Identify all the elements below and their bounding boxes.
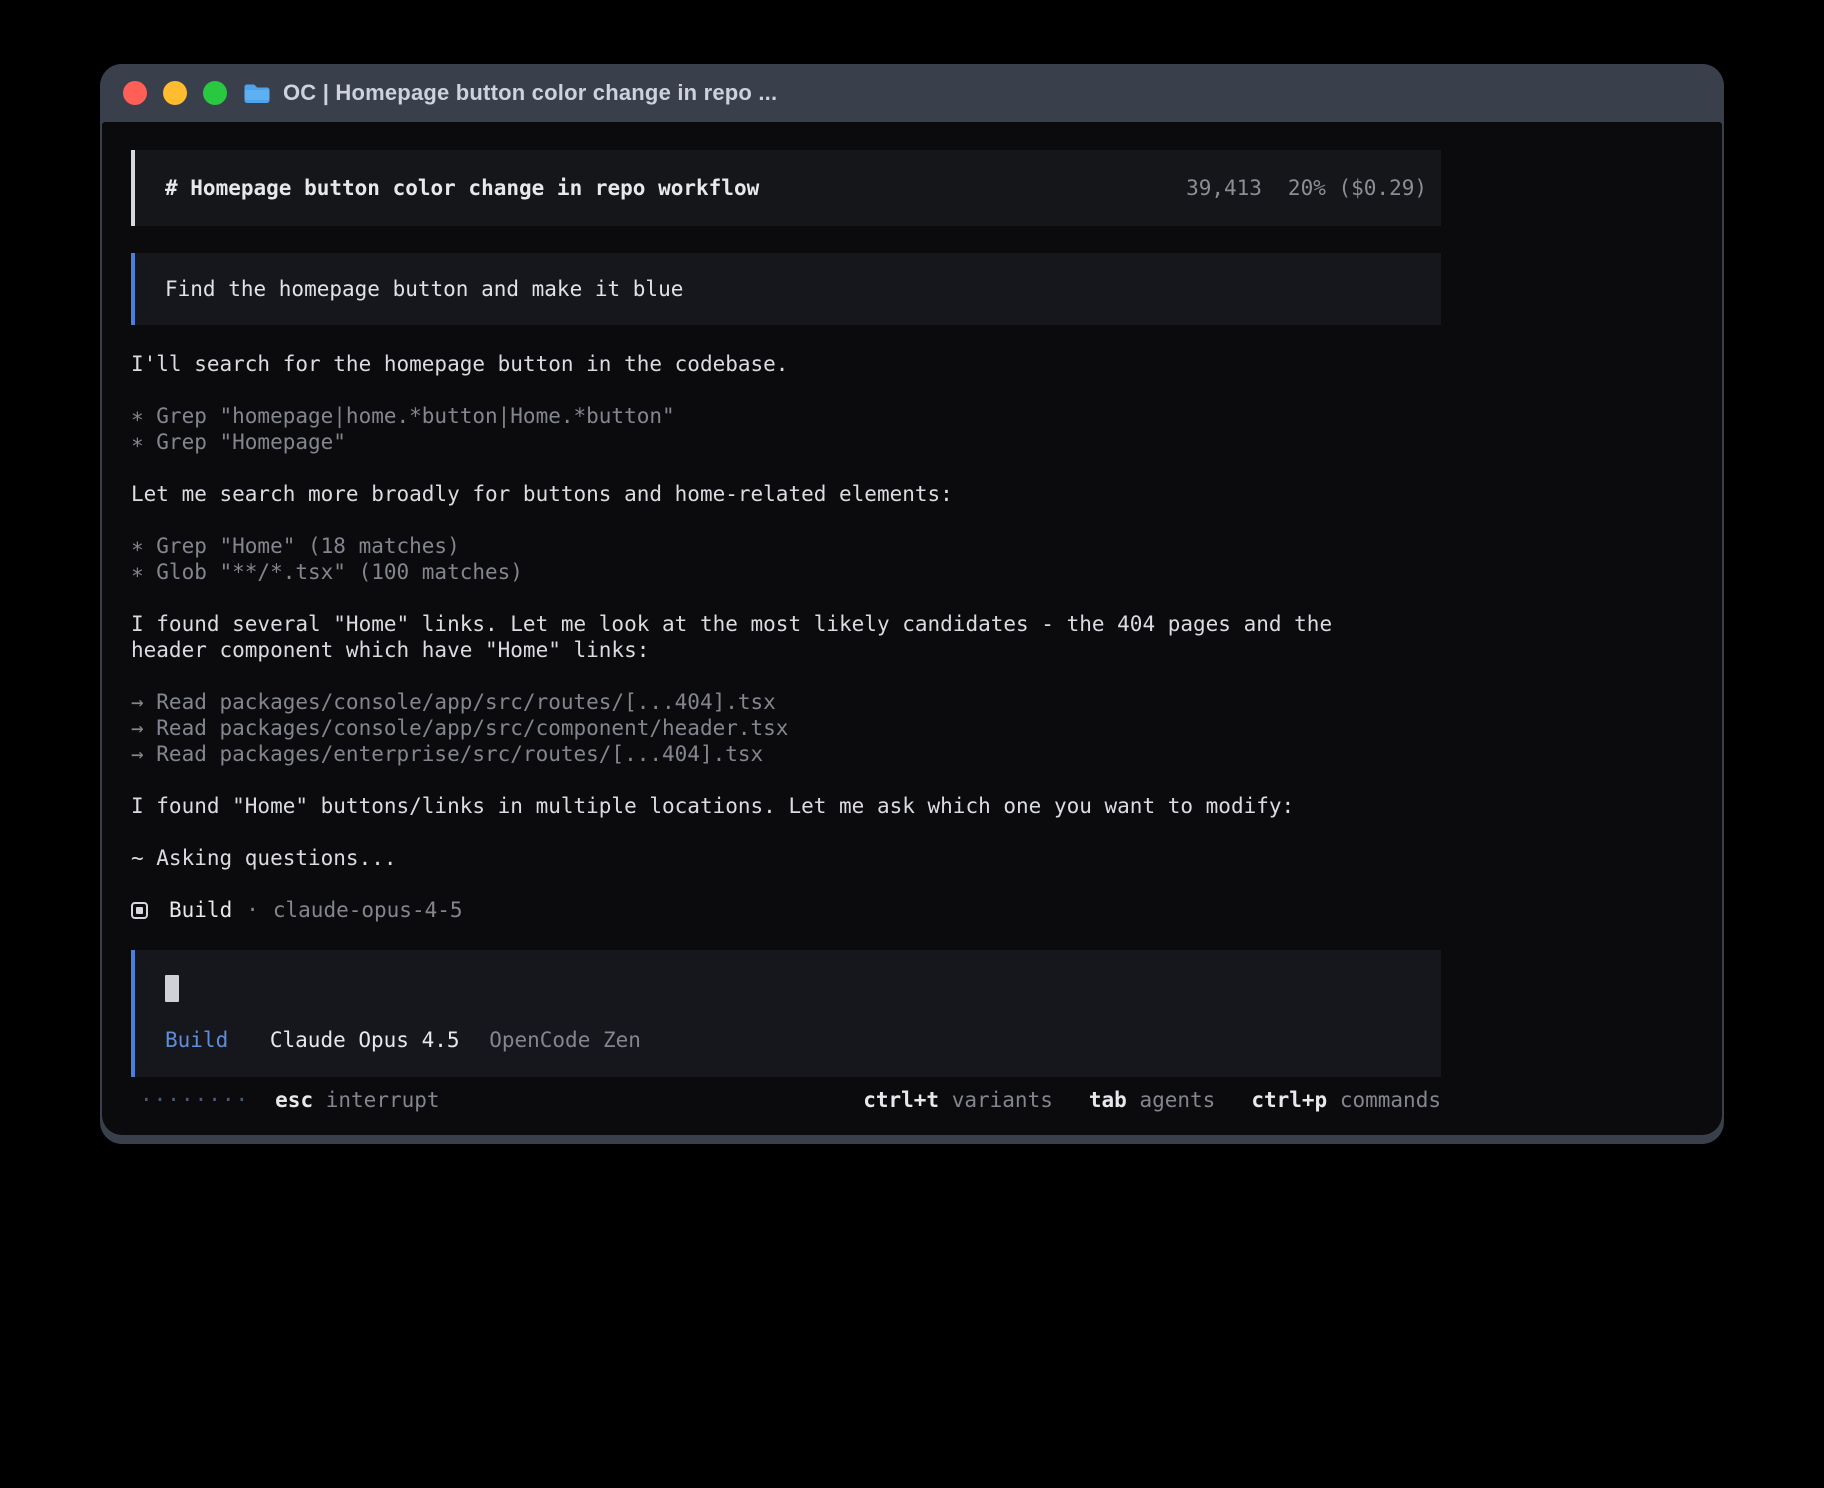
keyboard-hints: ctrl+t variants tab agents ctrl+p comman… [863,1087,1441,1113]
variants-label: variants [952,1088,1053,1112]
traffic-lights [123,81,227,105]
agent-status-line: Build · claude-opus-4-5 [131,897,1441,923]
input-model-name[interactable]: Claude Opus 4.5 [270,1028,460,1052]
esc-label: interrupt [326,1088,440,1112]
agents-key: tab [1089,1088,1127,1112]
titlebar-title-group: OC | Homepage button color change in rep… [243,80,777,106]
prompt-input[interactable]: Build Claude Opus 4.5 OpenCode Zen [131,950,1441,1077]
progress-dots: ········ [140,1087,249,1113]
input-agent-mode[interactable]: Build [165,1028,228,1052]
agent-model: claude-opus-4-5 [273,897,463,923]
titlebar[interactable]: OC | Homepage button color change in rep… [100,64,1724,122]
read-tool-call: → Read packages/console/app/src/routes/[… [131,689,1441,715]
agents-label: agents [1139,1088,1215,1112]
commands-label: commands [1340,1088,1441,1112]
tool-call-group: → Read packages/console/app/src/routes/[… [131,689,1441,767]
input-provider-name: OpenCode Zen [489,1028,641,1052]
variants-key: ctrl+t [863,1088,939,1112]
agents-hint: tab agents [1089,1087,1215,1113]
tool-call-group: ∗ Grep "homepage|home.*button|Home.*butt… [131,403,1441,455]
tool-call-group: ∗ Grep "Home" (18 matches) ∗ Glob "**/*.… [131,533,1441,585]
read-tool-call: → Read packages/console/app/src/componen… [131,715,1441,741]
user-message-text: Find the homepage button and make it blu… [165,277,683,301]
glob-tool-call: ∗ Glob "**/*.tsx" (100 matches) [131,559,1441,585]
asking-status: ~ Asking questions... [131,845,1376,871]
session-stats: 39,413 20% ($0.29) [1186,175,1427,201]
separator-dot: · [246,897,259,923]
assistant-paragraph: I'll search for the homepage button in t… [131,351,1376,377]
read-tool-call: → Read packages/enterprise/src/routes/[.… [131,741,1441,767]
window-title: OC | Homepage button color change in rep… [283,80,777,106]
assistant-paragraph: I found "Home" buttons/links in multiple… [131,793,1376,819]
context-usage: 20% ($0.29) [1288,175,1427,201]
terminal-window: OC | Homepage button color change in rep… [100,64,1724,1144]
token-count: 39,413 [1186,175,1262,201]
esc-hint: esc interrupt [275,1087,439,1113]
grep-tool-call: ∗ Grep "homepage|home.*button|Home.*butt… [131,403,1441,429]
folder-icon [243,82,271,105]
esc-key: esc [275,1088,313,1112]
session-header: # Homepage button color change in repo w… [131,150,1441,226]
assistant-paragraph: I found several "Home" links. Let me loo… [131,611,1376,663]
square-dot-icon [131,902,148,919]
zoom-button[interactable] [203,81,227,105]
status-bar: ········ esc interrupt ctrl+t variants t… [131,1087,1441,1113]
variants-hint: ctrl+t variants [863,1087,1053,1113]
agent-name: Build [169,897,232,923]
input-meta: Build Claude Opus 4.5 OpenCode Zen [165,1027,1427,1053]
minimize-button[interactable] [163,81,187,105]
text-cursor [165,975,179,1002]
session-content: # Homepage button color change in repo w… [131,150,1441,1113]
session-title: # Homepage button color change in repo w… [165,175,759,201]
grep-tool-call: ∗ Grep "Homepage" [131,429,1441,455]
commands-hint: ctrl+p commands [1251,1087,1441,1113]
user-message: Find the homepage button and make it blu… [131,253,1441,325]
close-button[interactable] [123,81,147,105]
grep-tool-call: ∗ Grep "Home" (18 matches) [131,533,1441,559]
assistant-paragraph: Let me search more broadly for buttons a… [131,481,1376,507]
commands-key: ctrl+p [1251,1088,1327,1112]
terminal-body: # Homepage button color change in repo w… [102,122,1722,1135]
